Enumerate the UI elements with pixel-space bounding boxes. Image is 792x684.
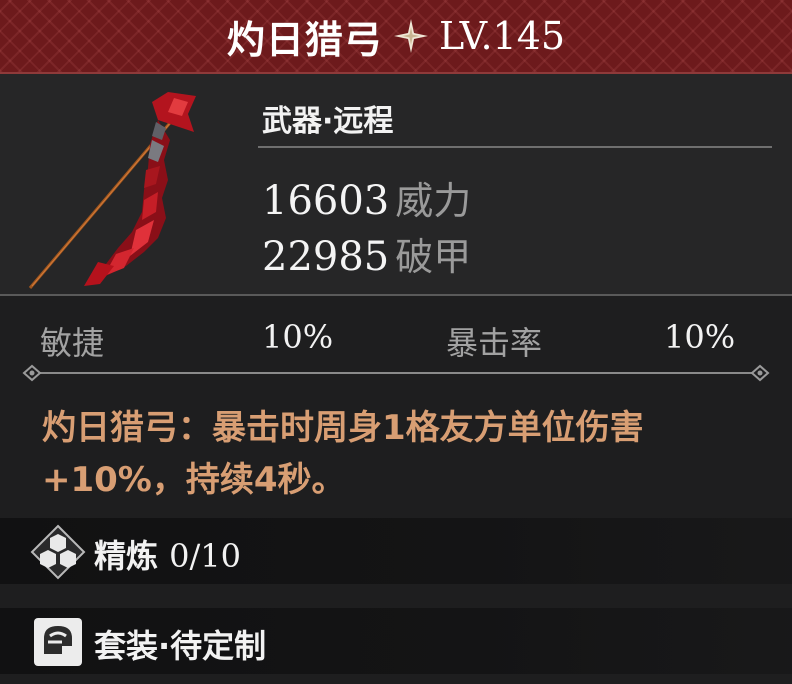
attr-name-crit-rate: 暴击率	[446, 324, 543, 362]
red-crystal-bow-icon	[28, 92, 196, 289]
stat-value: 22985	[262, 234, 390, 280]
set-helmet-icon	[34, 618, 82, 666]
set-bar[interactable]: 套装·待定制	[0, 608, 792, 674]
stat-row-power: 16603 威力	[262, 170, 471, 225]
refine-value: 0/10	[169, 537, 242, 575]
refine-text: 精炼 0/10	[94, 531, 241, 577]
item-title: 灼日猎弓	[226, 16, 383, 62]
skill-description: 灼日猎弓：暴击时周身1格友方单位伤害+10%，持续4秒。	[42, 408, 644, 500]
set-label: 套装·待定制	[94, 627, 267, 665]
attr-value-agility: 10%	[262, 318, 334, 356]
item-header: 灼日猎弓 LV.145	[0, 0, 792, 74]
refine-gems-icon	[30, 524, 86, 580]
stat-label: 威力	[395, 179, 472, 223]
stat-value: 16603	[262, 178, 390, 224]
category-divider	[258, 146, 772, 148]
attr-value-crit-rate: 10%	[664, 318, 736, 356]
item-info-panel: 武器·远程 16603 威力 22985 破甲	[0, 74, 792, 296]
sparkle-star-icon	[393, 19, 428, 53]
attr-name-agility: 敏捷	[40, 324, 105, 362]
section-divider	[0, 294, 792, 296]
item-level: LV.145	[438, 14, 566, 58]
item-category: 武器·远程	[262, 104, 394, 139]
stat-row-armor-pierce: 22985 破甲	[262, 226, 471, 281]
ornament-divider	[22, 364, 770, 382]
stat-label: 破甲	[395, 235, 472, 279]
refine-bar[interactable]: 精炼 0/10	[0, 518, 792, 584]
refine-label: 精炼	[94, 537, 159, 575]
